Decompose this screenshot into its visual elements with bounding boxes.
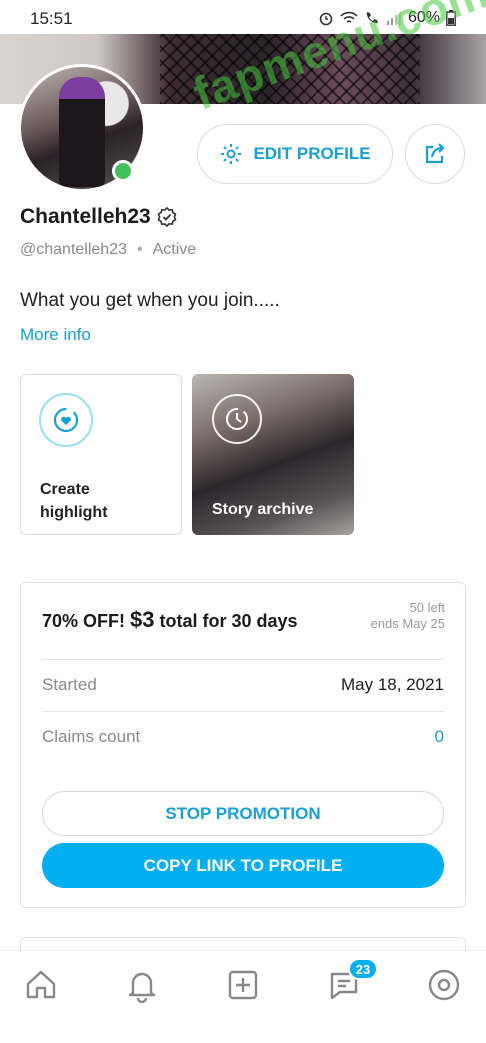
profile-name: Chantelleh23 <box>20 205 177 229</box>
promotion-duration: total for 30 days <box>159 611 298 631</box>
promotion-discount: 70% OFF! <box>42 611 126 631</box>
more-info-link[interactable]: More info <box>20 325 91 345</box>
promotion-title: 70% OFF! $3 total for 30 days <box>42 607 298 633</box>
bottom-tab-bar <box>0 950 486 1021</box>
profile-handle-row: @chantelleh23 • Active <box>20 241 196 259</box>
claims-row: Claims count 0 <box>42 712 444 762</box>
claims-label: Claims count <box>42 727 141 746</box>
promotion-card: 70% OFF! $3 total for 30 days 50 left en… <box>20 582 466 908</box>
started-row: Started May 18, 2021 <box>42 660 444 710</box>
started-value: May 18, 2021 <box>340 675 444 694</box>
story-archive-tile[interactable]: Story archive <box>192 374 354 535</box>
started-label: Started <box>42 675 97 694</box>
copy-link-button[interactable]: COPY LINK TO PROFILE <box>42 843 444 888</box>
display-name: Chantelleh23 <box>20 205 151 228</box>
profile-icon <box>428 969 460 1001</box>
share-icon <box>425 143 445 164</box>
home-icon <box>26 970 56 999</box>
status-time: 15:51 <box>30 9 73 28</box>
stop-promotion-button[interactable]: STOP PROMOTION <box>42 791 444 836</box>
tab-notifications[interactable] <box>122 965 162 1005</box>
add-icon <box>228 970 258 1000</box>
tab-add-post[interactable] <box>223 965 263 1005</box>
promotion-left: 50 left <box>409 600 445 615</box>
claims-value[interactable]: 0 <box>435 727 444 747</box>
create-highlight-label: Create highlight <box>40 481 108 521</box>
tab-home[interactable] <box>21 965 61 1005</box>
promotion-ends: ends May 25 <box>370 616 445 631</box>
tab-profile[interactable] <box>424 965 464 1005</box>
handle: @chantelleh23 <box>20 241 127 258</box>
highlight-icon <box>39 393 93 447</box>
gear-icon <box>221 144 242 164</box>
bell-icon <box>128 972 156 1003</box>
online-indicator <box>112 160 134 182</box>
history-icon <box>212 394 262 444</box>
profile-bio: What you get when you join..... <box>20 290 280 311</box>
share-button[interactable] <box>405 124 465 184</box>
edit-profile-label: EDIT PROFILE <box>253 144 371 163</box>
system-navigation-bar <box>0 1020 486 1043</box>
edit-profile-button[interactable]: EDIT PROFILE <box>197 124 393 184</box>
separator-dot: • <box>136 241 143 258</box>
avatar-figure <box>59 77 105 187</box>
promotion-meta: 50 left ends May 25 <box>371 600 445 632</box>
activity-status: Active <box>152 241 197 258</box>
messages-badge: 23 <box>348 958 378 980</box>
create-highlight-tile[interactable]: Create highlight <box>20 374 182 535</box>
promotion-price: $3 <box>130 607 155 632</box>
verified-icon <box>157 207 177 227</box>
story-archive-label: Story archive <box>212 501 314 518</box>
